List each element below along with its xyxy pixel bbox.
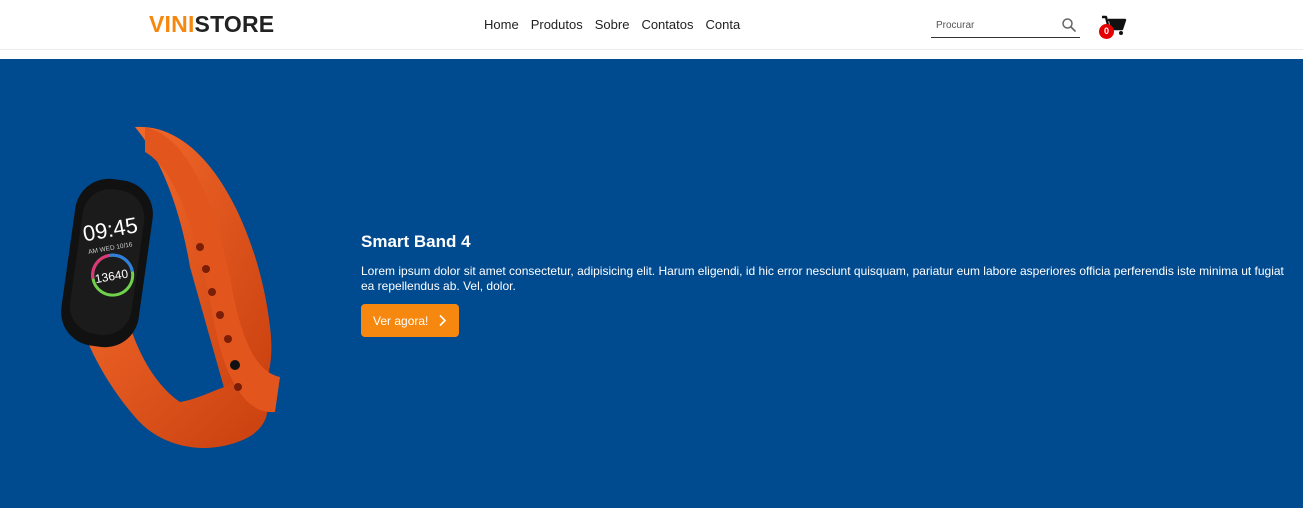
- search-box: [931, 13, 1080, 38]
- hero-description: Lorem ipsum dolor sit amet consectetur, …: [361, 264, 1284, 293]
- site-header: VINISTORE Home Produtos Sobre Contatos C…: [0, 0, 1303, 50]
- brand-logo-part2: STORE: [194, 11, 275, 37]
- search-icon[interactable]: [1061, 17, 1077, 33]
- main-nav: Home Produtos Sobre Contatos Conta: [478, 17, 746, 32]
- nav-item-produtos[interactable]: Produtos: [525, 17, 589, 32]
- brand-logo-part1: VINI: [149, 11, 195, 37]
- cart-button[interactable]: 0: [1099, 14, 1129, 40]
- cart-count-badge: 0: [1099, 24, 1114, 39]
- search-input[interactable]: [936, 17, 1054, 33]
- nav-item-contatos[interactable]: Contatos: [635, 17, 699, 32]
- nav-item-home[interactable]: Home: [478, 17, 525, 32]
- brand-logo[interactable]: VINISTORE: [149, 11, 274, 38]
- nav-item-conta[interactable]: Conta: [699, 17, 746, 32]
- hero-title: Smart Band 4: [361, 232, 471, 251]
- ver-agora-label: Ver agora!: [373, 313, 429, 328]
- nav-item-sobre[interactable]: Sobre: [589, 17, 636, 32]
- hero-banner: 09:45 AM WED 10/16 13640 Smart Band 4 Lo…: [0, 59, 1303, 508]
- smart-band-image: 09:45 AM WED 10/16 13640: [61, 126, 280, 448]
- chevron-right-icon: [439, 314, 447, 327]
- ver-agora-button[interactable]: Ver agora!: [361, 304, 459, 337]
